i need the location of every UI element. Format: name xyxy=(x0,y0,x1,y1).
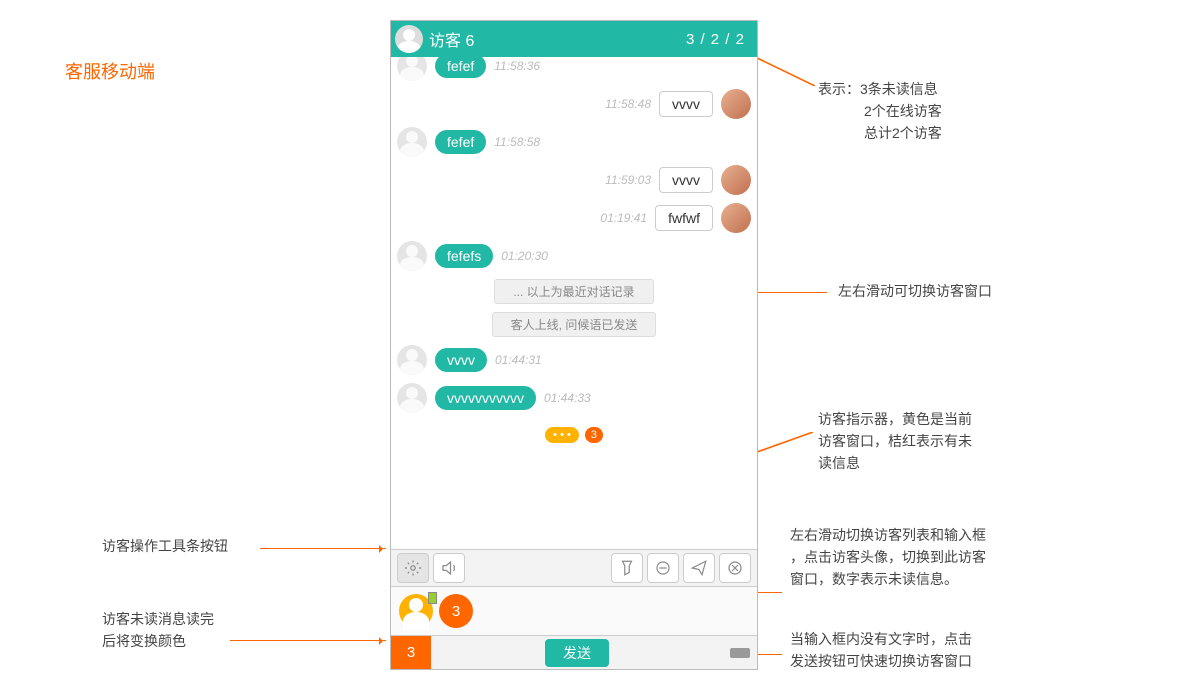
annot-indicator: 访客指示器，黄色是当前 访客窗口，桔红表示有未 读信息 xyxy=(818,408,972,474)
msg-bubble: fefef xyxy=(435,130,486,154)
msg-ts: 11:58:48 xyxy=(605,97,651,111)
msg-bubble: fefefs xyxy=(435,244,493,268)
msg-row: fwfwf 01:19:41 xyxy=(397,203,751,233)
send-button[interactable]: 发送 xyxy=(545,639,609,667)
indicator-current[interactable]: • • • xyxy=(545,427,579,443)
page-title: 客服移动端 xyxy=(65,58,155,84)
annot-line: 访客窗口，桔红表示有未 xyxy=(818,430,972,452)
chat-scroll[interactable]: fefef 11:58:36 vvvv 11:58:48 fefef 11:58… xyxy=(391,57,757,549)
annot-line: 窗口，数字表示未读信息。 xyxy=(790,568,986,590)
annot-color: 访客未读消息读完 后将变换颜色 xyxy=(102,608,214,652)
annot-line: 表示：3条未读信息 xyxy=(818,78,942,100)
msg-bubble: vvvv xyxy=(659,167,713,193)
annot-line: 当输入框内没有文字时，点击 xyxy=(790,628,972,650)
visitor-avatar-current[interactable] xyxy=(399,594,433,628)
avatar-icon xyxy=(397,345,427,375)
annot-line: 读信息 xyxy=(818,452,972,474)
visitor-list-strip[interactable]: 3 xyxy=(391,587,757,635)
chat-header: 访客 6 3 / 2 / 2 xyxy=(391,21,757,57)
sound-icon[interactable] xyxy=(433,553,465,583)
msg-bubble: vvvv xyxy=(435,348,487,372)
drag-handle[interactable] xyxy=(723,636,757,669)
visitor-unread-count: 3 xyxy=(452,603,460,620)
annot-line: 访客指示器，黄色是当前 xyxy=(818,408,972,430)
visitor-name: 访客 6 xyxy=(429,27,686,51)
close-icon[interactable] xyxy=(719,553,751,583)
msg-ts: 11:58:58 xyxy=(494,135,540,149)
annot-line: 左右滑动切换访客列表和输入框 xyxy=(790,524,986,546)
msg-ts: 01:44:31 xyxy=(495,353,542,367)
avatar-icon xyxy=(721,165,751,195)
msg-bubble: fwfwf xyxy=(655,205,713,231)
avatar-icon xyxy=(397,57,427,81)
bottom-bar: 3 发送 xyxy=(391,635,757,669)
annot-line: ，点击访客头像，切换到此访客 xyxy=(790,546,986,568)
header-counts: 3 / 2 / 2 xyxy=(686,31,745,48)
annot-swipe: 左右滑动可切换访客窗口 xyxy=(838,280,992,302)
visitor-indicators[interactable]: • • • 3 xyxy=(545,427,603,443)
msg-ts: 01:44:33 xyxy=(544,391,591,405)
annot-toolbar: 访客操作工具条按钮 xyxy=(102,535,228,557)
avatar-icon xyxy=(397,127,427,157)
annot-line: 总计2个访客 xyxy=(818,122,942,144)
indicator-unread[interactable]: 3 xyxy=(585,427,603,443)
msg-ts: 01:19:41 xyxy=(600,211,647,225)
flashlight-icon[interactable] xyxy=(611,553,643,583)
msg-row: vvvv 11:59:03 xyxy=(397,165,751,195)
send-plane-icon[interactable] xyxy=(683,553,715,583)
annot-line: 发送按钮可快速切换访客窗口 xyxy=(790,650,972,672)
visitor-avatar-icon xyxy=(395,25,423,53)
msg-row: fefef 11:58:36 xyxy=(397,57,751,81)
msg-row: fefef 11:58:58 xyxy=(397,127,751,157)
input-area[interactable]: 发送 xyxy=(431,636,723,669)
msg-bubble: vvvv xyxy=(659,91,713,117)
avatar-icon xyxy=(721,89,751,119)
annot-strip: 左右滑动切换访客列表和输入框 ，点击访客头像，切换到此访客 窗口，数字表示未读信… xyxy=(790,524,986,590)
msg-row: fefefs 01:20:30 xyxy=(397,241,751,271)
msg-ts: 11:58:36 xyxy=(494,59,540,73)
msg-ts: 11:59:03 xyxy=(605,173,651,187)
msg-bubble: fefef xyxy=(435,57,486,78)
system-message: 客人上线, 问候语已发送 xyxy=(492,312,657,337)
block-icon[interactable] xyxy=(647,553,679,583)
phone-frame: 访客 6 3 / 2 / 2 fefef 11:58:36 vvvv 11:58… xyxy=(390,20,758,670)
online-corner-icon xyxy=(428,592,437,604)
bottom-unread-badge[interactable]: 3 xyxy=(391,636,431,669)
annot-line: 后将变换颜色 xyxy=(102,630,214,652)
avatar-icon xyxy=(397,383,427,413)
msg-row: vvvv 01:44:31 xyxy=(397,345,751,375)
annot-line: 访客未读消息读完 xyxy=(102,608,214,630)
visitor-avatar-unread[interactable]: 3 xyxy=(439,594,473,628)
visitor-toolbar xyxy=(391,549,757,587)
msg-bubble: vvvvvvvvvvv xyxy=(435,386,536,410)
avatar-icon xyxy=(721,203,751,233)
msg-ts: 01:20:30 xyxy=(501,249,548,263)
annot-send: 当输入框内没有文字时，点击 发送按钮可快速切换访客窗口 xyxy=(790,628,972,672)
msg-row: vvvv 11:58:48 xyxy=(397,89,751,119)
annot-line: 2个在线访客 xyxy=(818,100,942,122)
annot-counts: 表示：3条未读信息 2个在线访客 总计2个访客 xyxy=(818,78,942,144)
system-message: ... 以上为最近对话记录 xyxy=(494,279,653,304)
settings-gear-icon[interactable] xyxy=(397,553,429,583)
avatar-icon xyxy=(397,241,427,271)
msg-row: vvvvvvvvvvv 01:44:33 xyxy=(397,383,751,413)
